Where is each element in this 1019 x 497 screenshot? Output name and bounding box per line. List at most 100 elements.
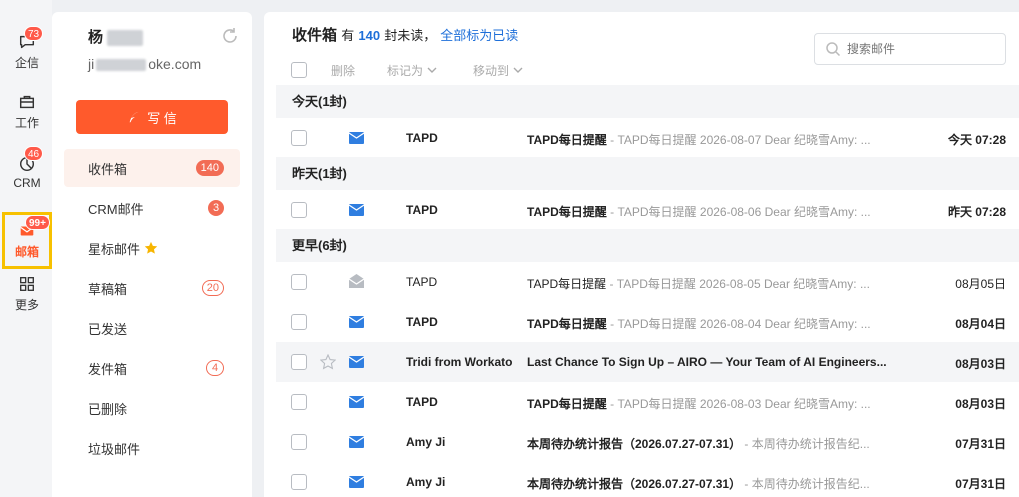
mail-subject: TAPD每日提醒 - TAPD每日提醒 2026-08-03 Dear 纪晓雪A… <box>527 395 890 412</box>
folder-label: 草稿箱 <box>88 281 128 297</box>
row-checkbox[interactable] <box>291 434 307 450</box>
mark-all-read-link[interactable]: 全部标为已读 <box>440 28 518 43</box>
mail-date: 08月05日 <box>955 277 1006 291</box>
row-checkbox[interactable] <box>291 314 307 330</box>
mail-subject: 本周待办统计报告（2026.07.27-07.31） - 本周待办统计报告纪..… <box>527 475 890 492</box>
mail-subject-title: 本周待办统计报告（2026.07.27-07.31） <box>527 477 742 491</box>
redacted-block <box>107 30 144 47</box>
row-checkbox[interactable] <box>291 130 307 146</box>
mail-row[interactable]: TAPD TAPD每日提醒 - TAPD每日提醒 2026-08-04 Dear… <box>276 302 1019 342</box>
mail-sender: TAPD <box>406 131 438 145</box>
mail-sender: TAPD <box>406 395 438 409</box>
mail-date: 07月31日 <box>955 437 1006 451</box>
mail-row[interactable]: Amy Ji 本周待办统计报告（2026.07.27-07.31） - 本周待办… <box>276 462 1019 497</box>
compose-button[interactable]: 写 信 <box>76 100 228 134</box>
row-checkbox[interactable] <box>291 474 307 490</box>
chevron-down-icon <box>427 67 437 73</box>
mark-as-label: 标记为 <box>387 63 424 78</box>
mail-subject: TAPD每日提醒 - TAPD每日提醒 2026-08-07 Dear 纪晓雪A… <box>527 131 890 148</box>
chevron-down-icon <box>513 67 523 73</box>
feather-pen-icon <box>129 111 140 123</box>
mail-date: 08月03日 <box>955 357 1006 371</box>
rail-item-mail[interactable]: 邮箱 99+ <box>2 212 52 269</box>
star-icon <box>144 241 158 254</box>
folder-drafts[interactable]: 草稿箱 20 <box>64 269 240 307</box>
rail-badge-chat: 73 <box>24 26 44 41</box>
mail-sender: TAPD <box>406 275 438 289</box>
envelope-icon <box>349 436 364 448</box>
folder-spam[interactable]: 垃圾邮件 <box>64 429 240 467</box>
mail-row[interactable]: TAPD TAPD每日提醒 - TAPD每日提醒 2026-08-03 Dear… <box>276 382 1019 422</box>
envelope-icon <box>349 316 364 328</box>
header-unread-suffix: 封未读， <box>384 28 437 43</box>
folder-starred[interactable]: 星标邮件 <box>64 229 240 267</box>
user-name-text: 杨 <box>88 29 104 46</box>
row-checkbox[interactable] <box>291 274 307 290</box>
mail-row[interactable]: Tridi from Workato Last Chance To Sign U… <box>276 342 1019 382</box>
folder-count: 20 <box>201 280 224 296</box>
rail-label-work: 工作 <box>14 116 39 130</box>
folder-label: 收件箱 <box>88 161 128 177</box>
mail-row[interactable]: TAPD TAPD每日提醒 - TAPD每日提醒 2026-08-06 Dear… <box>276 190 1019 230</box>
rail-item-more[interactable]: 更多 <box>2 266 52 322</box>
mail-preview: - TAPD每日提醒 2026-08-05 Dear 纪晓雪Amy: ... <box>606 277 870 291</box>
envelope-icon <box>349 132 364 144</box>
redacted-block <box>96 59 147 72</box>
mail-preview: - 本周待办统计报告纪... <box>741 437 870 451</box>
rail-label-mail: 邮箱 <box>14 244 39 259</box>
move-to-dropdown[interactable]: 移动到 <box>473 62 523 79</box>
header-has: 有 <box>341 28 355 43</box>
mail-subject-title: TAPD每日提醒 <box>527 397 607 411</box>
mail-subject: TAPD每日提醒 - TAPD每日提醒 2026-08-06 Dear 纪晓雪A… <box>527 203 890 220</box>
mail-preview: - 本周待办统计报告纪... <box>741 477 870 491</box>
mail-subject-title: TAPD每日提醒 <box>527 205 607 219</box>
mark-as-dropdown[interactable]: 标记为 <box>387 62 437 79</box>
compose-label: 写 信 <box>147 110 177 126</box>
search-box[interactable] <box>814 33 1006 65</box>
refresh-icon[interactable] <box>220 26 240 46</box>
search-icon <box>826 42 841 57</box>
mail-subject-title: Last Chance To Sign Up – AIRO — Your Tea… <box>527 355 887 369</box>
envelope-icon <box>349 476 364 488</box>
folder-count: 4 <box>206 360 224 376</box>
page-title: 收件箱 <box>292 27 338 44</box>
folder-label: 发件箱 <box>88 361 128 377</box>
row-checkbox[interactable] <box>291 354 307 370</box>
mail-row[interactable]: TAPD TAPD每日提醒 - TAPD每日提醒 2026-08-07 Dear… <box>276 118 1019 158</box>
mail-sender: Amy Ji <box>406 475 446 489</box>
mail-subject: TAPD每日提醒 - TAPD每日提醒 2026-08-04 Dear 纪晓雪A… <box>527 315 890 332</box>
folder-label: 已发送 <box>88 321 128 337</box>
rail-label-chat: 企信 <box>14 56 39 70</box>
folder-sent[interactable]: 已发送 <box>64 309 240 347</box>
mail-sender: TAPD <box>406 203 438 217</box>
star-outline-icon[interactable] <box>320 354 336 370</box>
mail-row[interactable]: Amy Ji 本周待办统计报告（2026.07.27-07.31） - 本周待办… <box>276 422 1019 462</box>
select-all-checkbox[interactable] <box>291 62 307 78</box>
mail-sender: Tridi from Workato <box>406 355 513 369</box>
mail-row[interactable]: TAPD TAPD每日提醒 - TAPD每日提醒 2026-08-05 Dear… <box>276 262 1019 302</box>
delete-button[interactable]: 删除 <box>331 62 355 79</box>
grid-icon <box>20 277 34 291</box>
row-checkbox[interactable] <box>291 394 307 410</box>
mail-sender: TAPD <box>406 315 438 329</box>
folder-inbox[interactable]: 收件箱 140 <box>64 149 240 187</box>
rail-label-crm: CRM <box>13 175 41 190</box>
user-email: ji oke.com <box>88 56 201 72</box>
mail-preview: - TAPD每日提醒 2026-08-07 Dear 纪晓雪Amy: ... <box>606 133 871 147</box>
mail-date: 07月31日 <box>955 477 1006 491</box>
rail-badge-crm: 46 <box>24 146 44 161</box>
folder-crm[interactable]: CRM邮件 3 <box>64 189 240 227</box>
inbox-header: 收件箱 有 140 封未读， 全部标为已读 <box>292 24 518 45</box>
folder-outbox[interactable]: 发件箱 4 <box>64 349 240 387</box>
row-checkbox[interactable] <box>291 202 307 218</box>
mail-sender: Amy Ji <box>406 435 446 449</box>
rail-item-crm[interactable]: CRM 46 <box>2 144 52 200</box>
search-input[interactable] <box>847 42 997 56</box>
rail-item-work[interactable]: 工作 <box>2 84 52 140</box>
folder-deleted[interactable]: 已删除 <box>64 389 240 427</box>
mail-preview: - TAPD每日提醒 2026-08-04 Dear 纪晓雪Amy: ... <box>606 317 871 331</box>
email-prefix: ji <box>88 56 95 72</box>
email-suffix: oke.com <box>148 56 202 72</box>
group-header-today: 今天(1封) <box>276 85 1019 118</box>
rail-item-chat[interactable]: 企信 73 <box>2 24 52 80</box>
